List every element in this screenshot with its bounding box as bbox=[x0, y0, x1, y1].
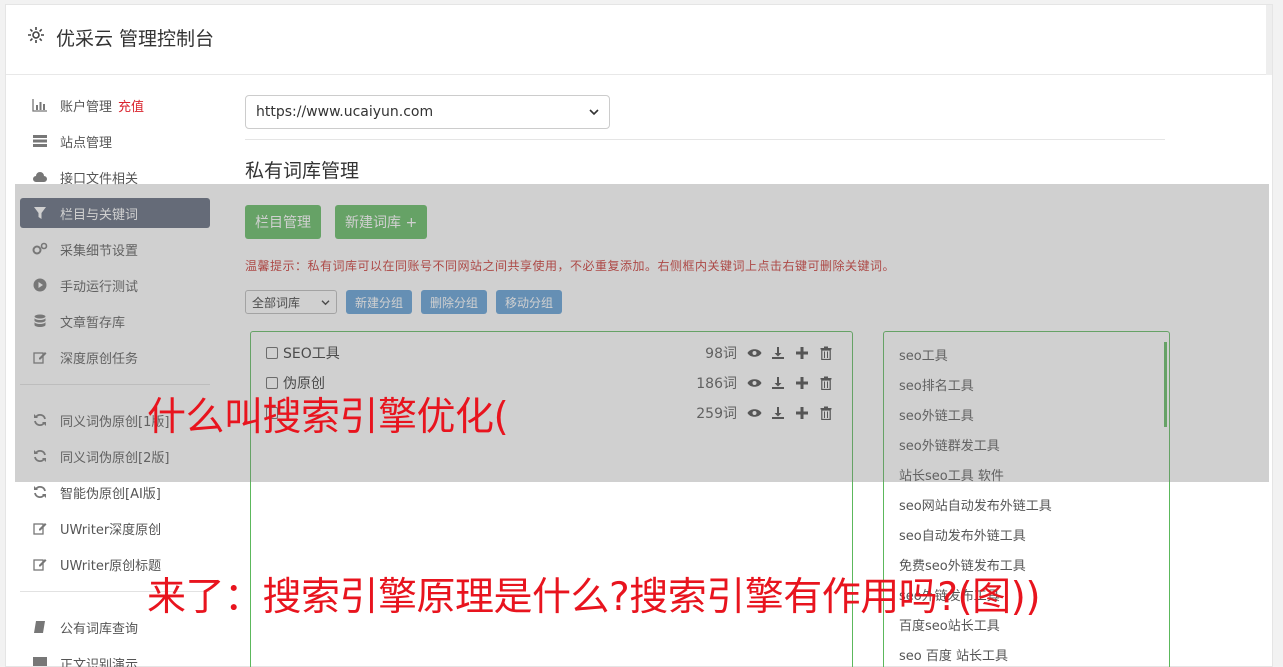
scrollbar[interactable] bbox=[1266, 5, 1272, 75]
app-title: 优采云 管理控制台 bbox=[56, 28, 215, 50]
sidebar-item-uwriter-deep[interactable]: UWriter深度原创 bbox=[20, 513, 210, 543]
sidebar-item-label: 智能伪原创[AI版] bbox=[60, 486, 161, 502]
sidebar-item-label: 公有词库查询 bbox=[60, 621, 139, 637]
caption-line-2: 来了：搜索引擎原理是什么?搜索引擎有作用吗?(图)) bbox=[147, 575, 1041, 620]
keyword-item[interactable]: seo 百度 站长工具 bbox=[884, 642, 1169, 667]
chevron-down-icon bbox=[589, 104, 599, 120]
server-icon bbox=[32, 133, 48, 149]
book-icon bbox=[32, 619, 48, 635]
sidebar-item-sites[interactable]: 站点管理 bbox=[20, 126, 210, 156]
gear-icon bbox=[26, 25, 46, 45]
divider bbox=[245, 139, 1165, 140]
keyword-item[interactable]: seo自动发布外链工具 bbox=[884, 522, 1169, 552]
bar-chart-icon bbox=[32, 97, 48, 113]
sidebar-item-label: UWriter原创标题 bbox=[60, 558, 162, 574]
sidebar-item-label: 账户管理 bbox=[60, 99, 113, 115]
site-url-value: https://www.ucaiyun.com bbox=[256, 104, 434, 120]
sidebar-item-label: UWriter深度原创 bbox=[60, 522, 162, 538]
cloud-upload-icon bbox=[32, 169, 48, 185]
top-bar: 优采云 管理控制台 bbox=[6, 5, 1272, 75]
page-title: 私有词库管理 bbox=[245, 160, 360, 182]
sidebar-item-account[interactable]: 账户管理 充值 bbox=[20, 90, 210, 120]
site-url-select[interactable]: https://www.ucaiyun.com bbox=[245, 95, 610, 129]
edit-icon bbox=[32, 520, 48, 536]
sidebar-item-label: 站点管理 bbox=[60, 135, 113, 151]
sidebar-item-label: 正文识别演示 bbox=[60, 657, 139, 667]
keyword-item[interactable]: seo网站自动发布外链工具 bbox=[884, 492, 1169, 522]
sidebar-item-text-detect[interactable]: 正文识别演示 bbox=[20, 648, 210, 667]
refresh-icon bbox=[32, 484, 48, 500]
caption-line-1: 什么叫搜索引擎优化( bbox=[147, 395, 509, 440]
monitor-icon bbox=[32, 655, 48, 667]
recharge-link[interactable]: 充值 bbox=[118, 96, 144, 115]
edit-icon bbox=[32, 556, 48, 572]
